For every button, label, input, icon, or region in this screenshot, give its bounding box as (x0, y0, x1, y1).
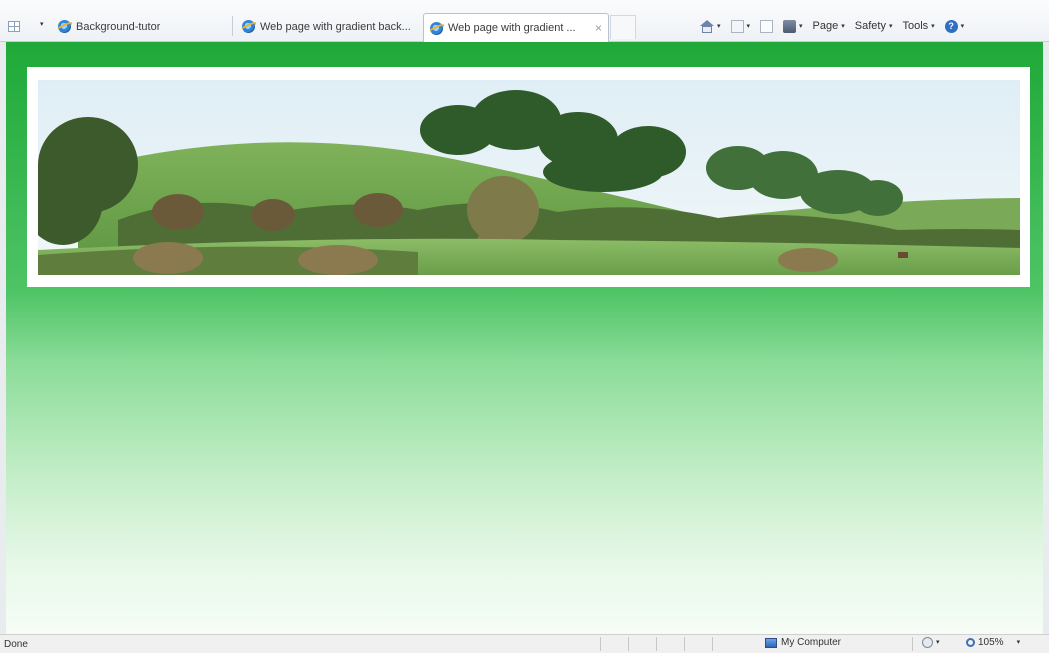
status-text: Done (4, 639, 28, 650)
ie-page-icon (242, 20, 255, 33)
status-divider (628, 637, 629, 651)
read-mail-button[interactable] (760, 19, 774, 33)
home-dropdown-icon[interactable]: ▾ (717, 23, 721, 30)
landscape-banner-image (38, 80, 1020, 275)
zone-label: My Computer (781, 637, 842, 648)
zoom-label: 105% (978, 637, 1004, 648)
print-icon (783, 19, 797, 33)
security-zone[interactable]: My Computer (765, 637, 841, 648)
chevron-down-icon: ▾ (888, 22, 893, 30)
page-viewport (6, 42, 1043, 634)
tools-menu-label: Tools (902, 20, 929, 32)
chevron-down-icon: ▾ (931, 22, 935, 30)
print-button[interactable]: ▾ (783, 19, 803, 33)
quick-tabs-icon (8, 20, 20, 32)
status-divider (656, 637, 657, 651)
tools-menu[interactable]: Tools ▾ (902, 20, 934, 32)
help-menu[interactable]: ? ▾ (944, 19, 965, 33)
read-mail-icon (760, 19, 774, 33)
command-bar: ▾ ▾ ▾ Page ▾ Safety ▾ Tools ▾ ? ▾ (700, 16, 974, 36)
ie-page-icon (58, 20, 71, 33)
tab-list-dropdown-icon[interactable]: ▾ (40, 21, 44, 28)
feeds-button[interactable]: ▾ (730, 19, 751, 33)
browser-toolbar: ▾ Background-tutor Web page with gradien… (0, 0, 1049, 42)
safety-menu[interactable]: Safety ▾ (855, 20, 893, 32)
status-divider (712, 637, 713, 651)
tab-label: Web page with gradient back... (260, 20, 411, 33)
zoom-button[interactable]: 105% ▾ (966, 637, 1020, 648)
chevron-down-icon: ▾ (841, 22, 845, 30)
print-dropdown-icon[interactable]: ▾ (799, 23, 803, 30)
status-divider (684, 637, 685, 651)
status-divider (912, 637, 913, 651)
safety-menu-label: Safety (854, 20, 886, 32)
new-tab-button[interactable] (610, 15, 636, 39)
home-button[interactable]: ▾ (700, 19, 721, 33)
tab-background-tutor[interactable]: Background-tutor (52, 14, 232, 39)
chevron-down-icon: ▾ (960, 22, 965, 30)
ie-page-icon (430, 21, 443, 35)
tab-divider (232, 16, 233, 36)
help-icon: ? (944, 19, 958, 33)
my-computer-icon (765, 637, 777, 648)
globe-icon (922, 637, 933, 648)
quick-tabs-button[interactable] (8, 19, 30, 33)
page-menu-label: Page (812, 20, 839, 32)
window-right-border (1043, 42, 1049, 634)
close-tab-icon[interactable]: × (595, 21, 602, 35)
tab-label: Web page with gradient ... (448, 22, 576, 34)
feeds-dropdown-icon[interactable]: ▾ (747, 23, 751, 30)
magnifier-icon (966, 638, 975, 647)
status-bar: Done My Computer ▾ 105% ▾ (0, 634, 1049, 653)
tab-label: Background-tutor (76, 20, 161, 33)
home-icon (700, 19, 714, 33)
tab-gradient-page-1[interactable]: Web page with gradient back... (236, 14, 422, 39)
page-menu[interactable]: Page ▾ (813, 20, 845, 32)
feeds-icon (730, 19, 744, 33)
tab-gradient-page-active[interactable]: Web page with gradient ... × (423, 13, 609, 42)
chevron-down-icon: ▾ (1016, 639, 1021, 646)
protected-mode-button[interactable]: ▾ (922, 637, 940, 648)
chevron-down-icon: ▾ (936, 639, 940, 646)
banner-frame (27, 67, 1030, 287)
status-divider (600, 637, 601, 651)
